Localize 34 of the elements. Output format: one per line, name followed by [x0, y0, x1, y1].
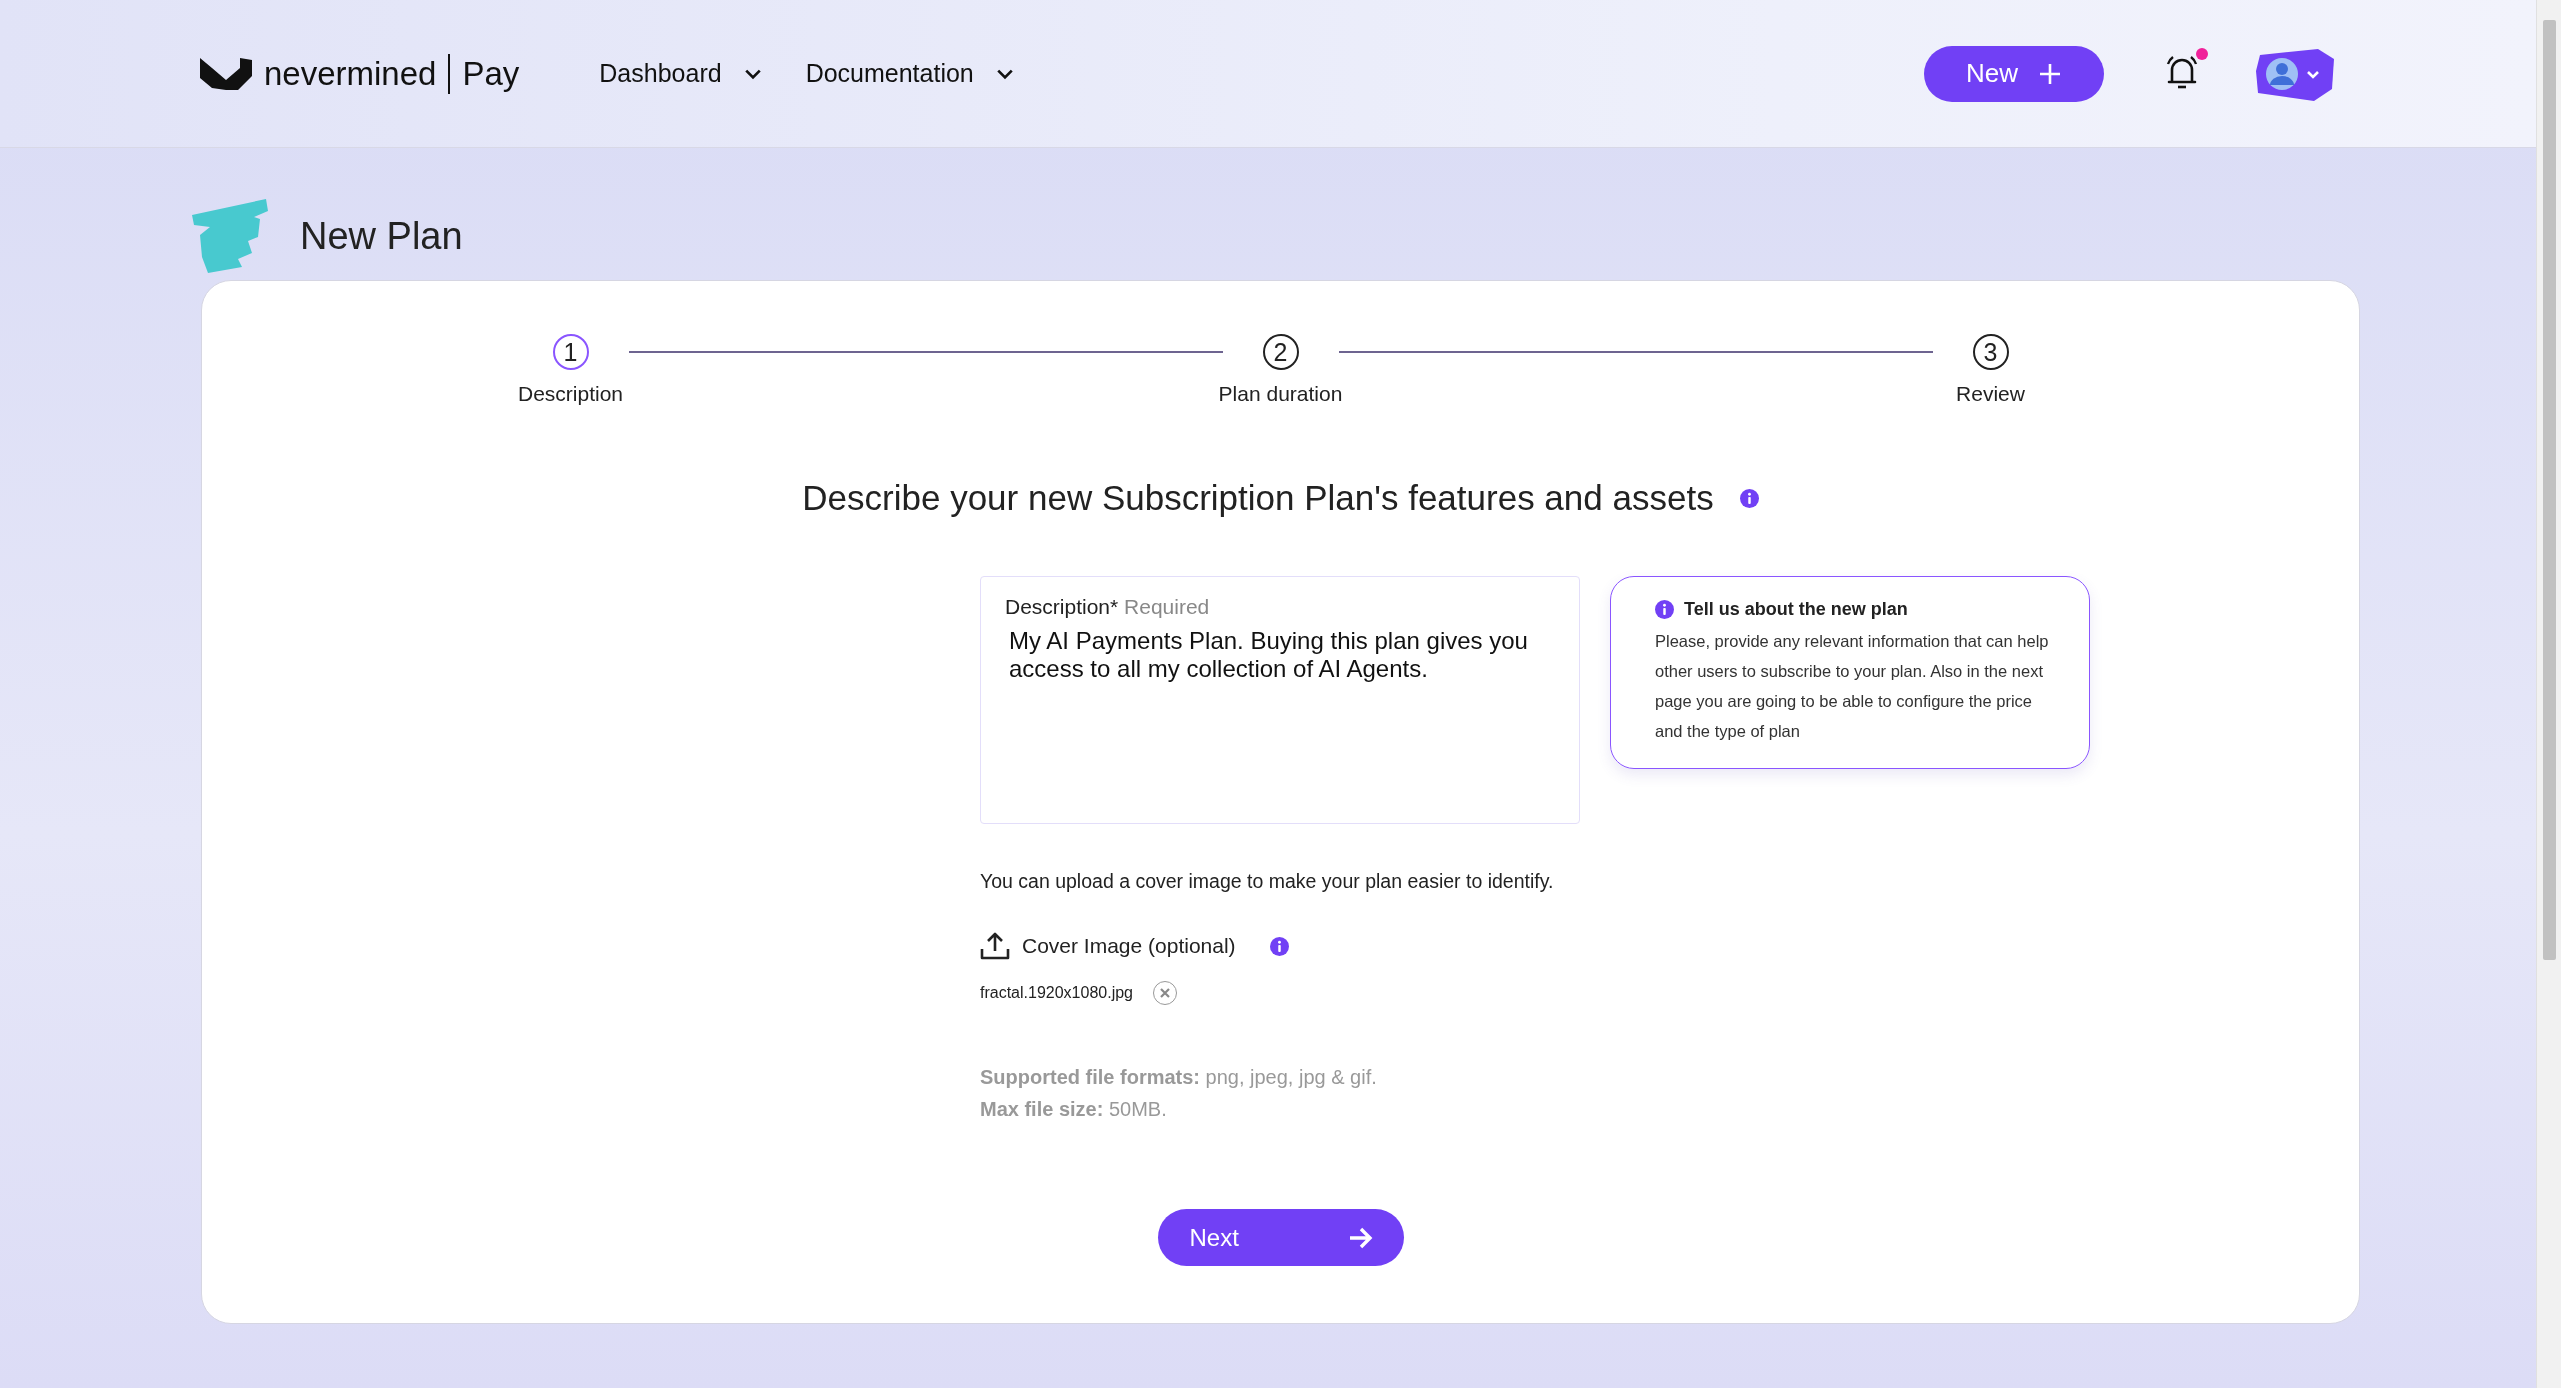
step-number[interactable]: 3 [1972, 334, 2009, 370]
tip-text: Please, provide any relevant information that can help other users to subscribe to your plan. Also in the next page you are going to be able to configure the price and the type of plan [1655, 631, 2049, 742]
brand-name: nevermined [264, 54, 437, 93]
chevron-down-icon [995, 67, 1014, 80]
nav-menu[interactable]: Documentation [805, 59, 1014, 88]
file-constraint: Supported file formats: png, jpeg, jpg & gif. [980, 1065, 1378, 1090]
info-icon [1269, 936, 1289, 956]
close-icon [1160, 988, 1170, 998]
remove-file-button[interactable] [1153, 981, 1177, 1005]
step-label: Review [1956, 382, 2025, 406]
section-heading: Describe your new Subscription Plan's features and assets [802, 478, 1714, 518]
page-title: New Plan [300, 214, 463, 258]
product-name: Pay [462, 54, 520, 93]
step-label: Description [517, 382, 623, 406]
arrow-right-icon [1347, 1225, 1374, 1250]
upload-icon[interactable] [980, 931, 1010, 961]
step-number[interactable]: 2 [1262, 334, 1299, 370]
scrollbar[interactable] [2536, 0, 2561, 1388]
logo-icon [200, 57, 252, 90]
file-name: fractal.1920x1080.jpg [980, 984, 1133, 1002]
step-label: Plan duration [1218, 382, 1343, 406]
cover-image-label: Cover Image (optional) [1022, 934, 1236, 958]
step-number[interactable]: 1 [552, 334, 589, 370]
info-icon [1655, 600, 1674, 619]
upload-note: You can upload a cover image to make your plan easier to identify. [980, 870, 1555, 893]
plus-icon [2038, 61, 2062, 86]
new-button[interactable]: New [1924, 45, 2104, 102]
tip-title: Tell us about the new plan [1684, 599, 1908, 620]
nav-menu[interactable]: Dashboard [599, 59, 762, 88]
info-icon [1739, 488, 1759, 508]
file-constraint: Max file size: 50MB. [980, 1097, 1168, 1122]
chevron-down-icon [743, 67, 762, 80]
description-field[interactable]: Description* Required My AI Payments Plan. Buying this plan gives you access to all my collection of AI Agents. [980, 576, 1580, 824]
next-button[interactable]: Next [1157, 1209, 1404, 1266]
